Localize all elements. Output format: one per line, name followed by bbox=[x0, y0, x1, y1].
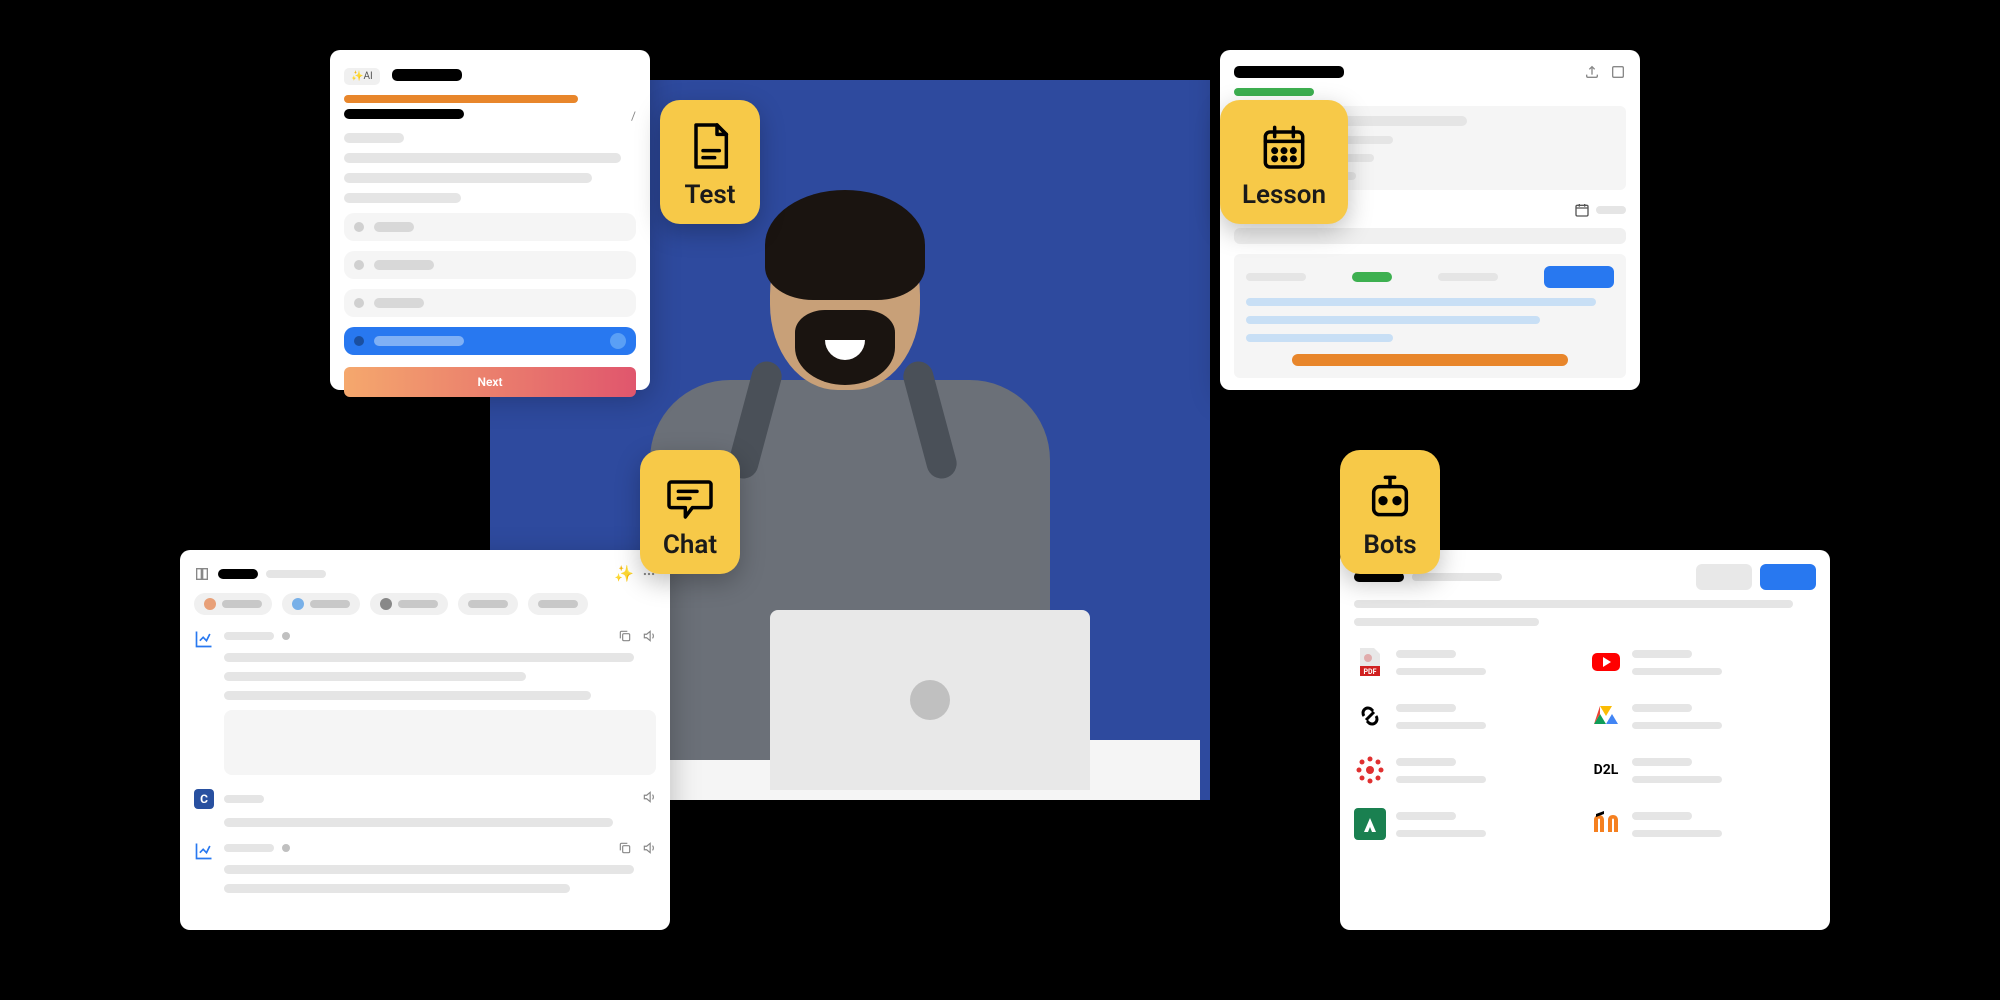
text-line bbox=[344, 173, 592, 183]
integration-canvas[interactable] bbox=[1354, 748, 1580, 792]
integration-link[interactable] bbox=[1354, 694, 1580, 738]
status-pill bbox=[1234, 88, 1314, 96]
content-block bbox=[1234, 254, 1626, 378]
participant-pills bbox=[194, 593, 656, 615]
primary-button[interactable] bbox=[1760, 564, 1816, 590]
test-badge-label: Test bbox=[685, 180, 736, 210]
bots-badge: Bots bbox=[1340, 450, 1440, 574]
chart-icon bbox=[194, 629, 214, 649]
share-icon[interactable] bbox=[1584, 64, 1600, 80]
speaker-icon[interactable] bbox=[642, 629, 656, 643]
question-title bbox=[344, 109, 464, 119]
speaker-icon[interactable] bbox=[642, 790, 656, 804]
lesson-title bbox=[1234, 66, 1344, 78]
bots-preview-card: PDF D2L bbox=[1340, 550, 1830, 930]
answer-option[interactable] bbox=[344, 251, 636, 279]
copy-icon[interactable] bbox=[618, 629, 632, 643]
text-line bbox=[344, 133, 404, 143]
youtube-icon bbox=[1590, 646, 1622, 678]
pdf-icon: PDF bbox=[1354, 646, 1386, 678]
answer-option[interactable] bbox=[344, 213, 636, 241]
canvas-icon bbox=[1354, 754, 1386, 786]
message bbox=[194, 629, 656, 775]
chat-badge: Chat bbox=[640, 450, 740, 574]
ai-tag: ✨ AI bbox=[344, 68, 380, 85]
test-header: ✨ AI bbox=[344, 64, 636, 85]
chat-preview-card: ✨ C bbox=[180, 550, 670, 930]
app-icon bbox=[1354, 808, 1386, 840]
text-line bbox=[344, 193, 461, 203]
lesson-badge-label: Lesson bbox=[1242, 180, 1326, 210]
integration-pdf[interactable]: PDF bbox=[1354, 640, 1580, 684]
integration-app[interactable] bbox=[1354, 802, 1580, 846]
robot-icon bbox=[1362, 468, 1418, 524]
copy-icon[interactable] bbox=[618, 841, 632, 855]
integration-gdrive[interactable] bbox=[1590, 694, 1816, 738]
moodle-icon bbox=[1590, 808, 1622, 840]
svg-text:PDF: PDF bbox=[1364, 668, 1377, 676]
user-avatar: C bbox=[194, 789, 214, 809]
lesson-badge: Lesson bbox=[1220, 100, 1348, 224]
participant-pill[interactable] bbox=[458, 593, 518, 615]
next-button[interactable]: Next bbox=[344, 367, 636, 397]
calendar-icon[interactable] bbox=[1574, 202, 1590, 218]
chat-icon bbox=[662, 468, 718, 524]
title-placeholder bbox=[392, 69, 462, 81]
integration-moodle[interactable] bbox=[1590, 802, 1816, 846]
bots-badge-label: Bots bbox=[1363, 530, 1416, 560]
secondary-button[interactable] bbox=[1696, 564, 1752, 590]
input-bar[interactable] bbox=[1234, 228, 1626, 244]
gdrive-icon bbox=[1590, 700, 1622, 732]
d2l-icon: D2L bbox=[1590, 754, 1622, 786]
answer-option-selected[interactable] bbox=[344, 327, 636, 355]
participant-pill[interactable] bbox=[528, 593, 588, 615]
action-button[interactable] bbox=[1544, 266, 1614, 288]
progress-bar bbox=[344, 95, 578, 103]
link-icon bbox=[1354, 700, 1386, 732]
participant-pill[interactable] bbox=[370, 593, 448, 615]
message bbox=[194, 841, 656, 893]
book-icon bbox=[194, 566, 210, 582]
speaker-icon[interactable] bbox=[642, 841, 656, 855]
test-preview-card: ✨ AI / Next bbox=[330, 50, 650, 390]
test-badge: Test bbox=[660, 100, 760, 224]
menu-icon[interactable] bbox=[1610, 64, 1626, 80]
text-line bbox=[344, 153, 621, 163]
participant-pill[interactable] bbox=[194, 593, 272, 615]
message: C bbox=[194, 789, 656, 827]
integration-youtube[interactable] bbox=[1590, 640, 1816, 684]
chat-badge-label: Chat bbox=[663, 530, 717, 560]
answer-option[interactable] bbox=[344, 289, 636, 317]
chat-title bbox=[218, 569, 258, 579]
integration-d2l[interactable]: D2L bbox=[1590, 748, 1816, 792]
calendar-icon bbox=[1256, 118, 1312, 174]
highlight-bar bbox=[1292, 354, 1568, 366]
attachment-card[interactable] bbox=[224, 710, 656, 775]
chart-icon bbox=[194, 841, 214, 861]
participant-pill[interactable] bbox=[282, 593, 360, 615]
document-icon bbox=[682, 118, 738, 174]
